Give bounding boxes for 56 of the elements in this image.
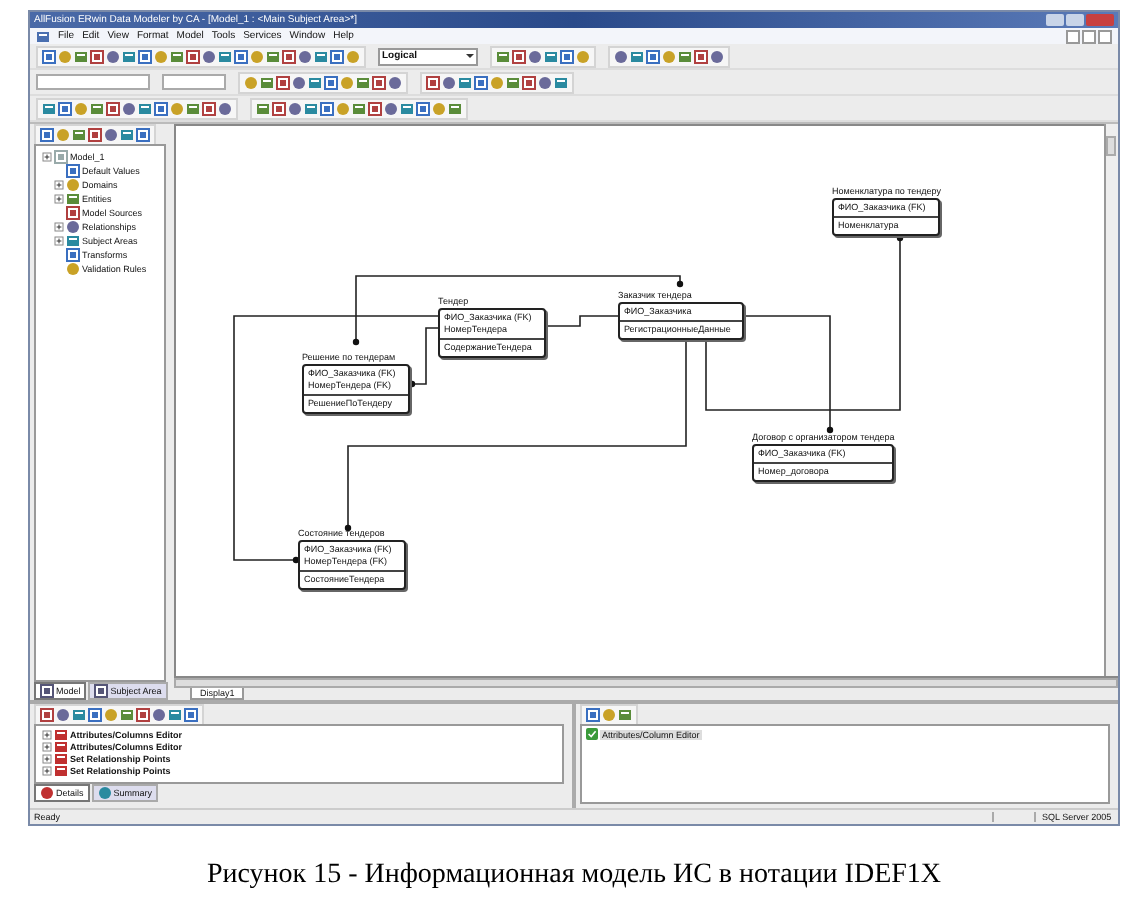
toolbar-icon[interactable] [72,127,86,141]
toolbar-icon[interactable] [260,75,274,89]
toolbar-icon[interactable] [304,101,318,115]
toolbar-icon[interactable] [496,49,510,63]
close-button[interactable] [1098,29,1112,43]
model-icon [54,150,68,164]
toolbar-icon[interactable] [356,75,370,89]
toolbar-icon[interactable] [618,707,632,721]
toolbar-icon[interactable] [630,49,644,63]
expand-icon[interactable] [42,753,52,763]
toolbar-icon[interactable] [314,49,328,63]
restore-button[interactable] [1082,29,1096,43]
toolbar-icon[interactable] [678,49,692,63]
expand-icon[interactable] [54,180,64,190]
expand-icon[interactable] [54,194,64,204]
relationship-dot [352,338,360,346]
toolbar-icon[interactable] [218,49,232,63]
relationship-dot [676,280,684,288]
toolbar-icon[interactable] [266,49,280,63]
vertical-scrollbar[interactable] [1104,124,1118,676]
toolbar-icon[interactable] [122,49,136,63]
toolbar-icon[interactable] [120,707,134,721]
toolbar-icon[interactable] [184,707,198,721]
toolbar-icon[interactable] [554,75,568,89]
horizontal-scrollbar[interactable] [174,678,1118,688]
toolbar-icon[interactable] [138,101,152,115]
dropdown-arrow-icon [466,54,474,58]
toolbar-icon[interactable] [458,75,472,89]
toolbar-icon[interactable] [42,101,56,115]
toolbar-icon[interactable] [74,49,88,63]
toolbar-icon[interactable] [170,49,184,63]
expand-icon[interactable] [54,236,64,246]
expand-icon[interactable] [42,741,52,751]
toolbar-icon[interactable] [90,101,104,115]
expand-icon[interactable] [42,729,52,739]
toolbar-icon[interactable] [448,101,462,115]
toolbar-icon[interactable] [120,127,134,141]
figure-caption: Рисунок 15 - Информационная модель ИС в нотации IDEF1X [204,860,944,892]
expand-icon[interactable] [54,222,64,232]
expand-icon[interactable] [42,152,52,162]
scroll-thumb[interactable] [1106,136,1116,156]
toolbar-icon[interactable] [72,707,86,721]
toolbar-icon[interactable] [506,75,520,89]
toolbar-icon[interactable] [168,707,182,721]
toolbar-icon[interactable] [352,101,366,115]
tab-icon [40,786,54,800]
tab-icon [97,786,112,800]
toolbar-icon[interactable] [614,49,628,63]
toolbar-icon[interactable] [308,75,322,89]
expand-icon[interactable] [42,765,52,775]
relationship-dot [344,524,352,532]
toolbar-icon[interactable] [544,49,558,63]
relationship-dot [826,426,834,434]
toolbar-icon[interactable] [400,101,414,115]
toolbar-icon[interactable] [256,101,270,115]
toolbar-icon[interactable] [186,101,200,115]
